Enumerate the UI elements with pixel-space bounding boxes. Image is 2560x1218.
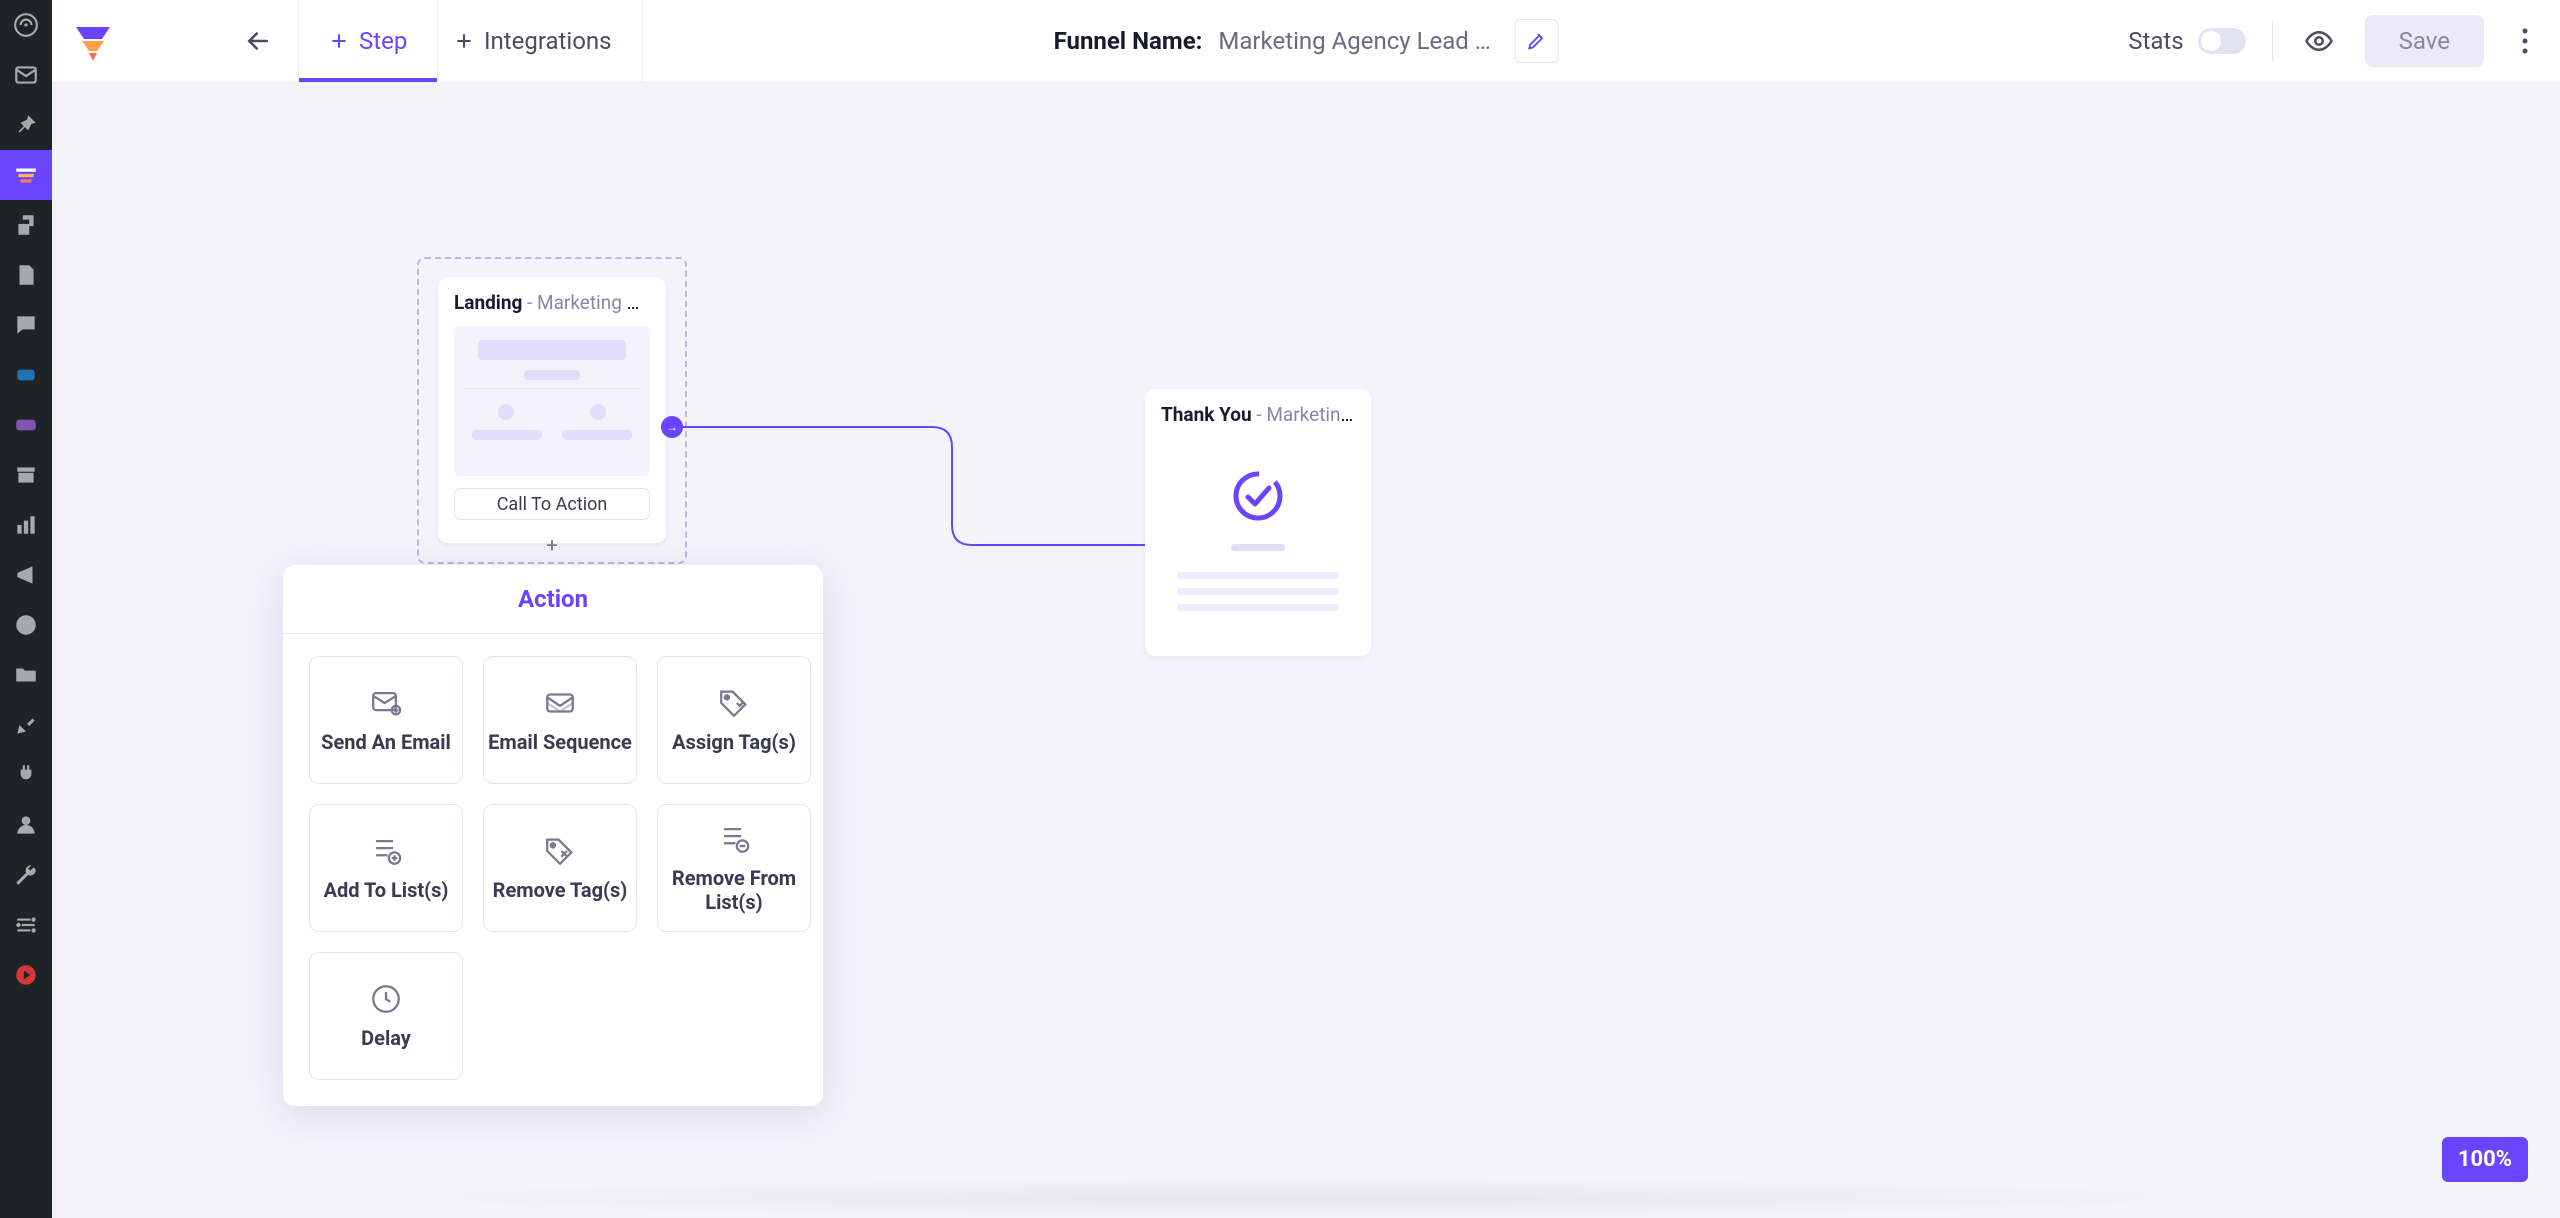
save-button[interactable]: Save [2365,15,2484,67]
wp-users-icon[interactable] [0,800,52,850]
popover-divider [283,633,823,634]
preview-button[interactable] [2299,21,2339,61]
stats-toggle-wrap: Stats [2128,27,2245,55]
more-menu-button[interactable] [2510,21,2540,61]
edit-funnel-name-button[interactable] [1514,19,1558,63]
mail-send-icon [369,686,403,720]
clock-icon [369,982,403,1016]
add-action-button[interactable]: + [540,533,564,557]
tab-step-label: Step [359,27,407,55]
header-separator [2272,21,2273,61]
stats-label: Stats [2128,27,2183,55]
wp-video-icon[interactable] [0,950,52,1000]
list-remove-icon [717,822,751,856]
thankyou-preview-thumbnail [1161,438,1355,638]
wp-elementor-icon[interactable] [0,600,52,650]
tab-integrations-label: Integrations [484,27,612,55]
landing-output-handle[interactable] [661,416,683,438]
wp-dashboard-icon[interactable] [0,0,52,50]
landing-step-title: Landing - Marketing Age… [454,291,650,314]
wp-marketing-icon[interactable] [0,550,52,600]
stats-toggle[interactable] [2198,28,2246,54]
app-stage: Step Integrations Funnel Name: Marketing… [52,0,2560,1218]
action-remove-tags[interactable]: Remove Tag(s) [483,804,637,932]
tab-integrations[interactable]: Integrations [424,0,643,82]
wp-plugins-icon[interactable] [0,750,52,800]
action-delay[interactable]: Delay [309,952,463,1080]
wp-tools-icon[interactable] [0,850,52,900]
landing-preview-thumbnail [454,326,650,476]
action-picker-title: Action [283,565,823,633]
wp-media-icon[interactable] [0,200,52,250]
landing-step-card[interactable]: Landing - Marketing Age… Call To Action … [438,277,666,543]
funnel-name-value: Marketing Agency Lead Gener… [1218,27,1498,55]
tag-remove-icon [543,834,577,868]
funnel-name: Funnel Name: Marketing Agency Lead Gener… [1054,0,1559,82]
brand-logo[interactable] [70,12,200,72]
header-right-controls: Stats Save [2128,0,2540,82]
action-remove-from-lists[interactable]: Remove From List(s) [657,804,811,932]
wp-files-icon[interactable] [0,650,52,700]
thankyou-step-card[interactable]: Thank You - Marketing Age… [1145,389,1371,656]
wp-woo-icon[interactable] [0,400,52,450]
wp-plugin-icon[interactable] [0,350,52,400]
back-button[interactable] [217,0,299,82]
mail-sequence-icon [543,686,577,720]
action-picker-popover: Action Send An Email Email Sequence Assi… [283,565,823,1106]
list-add-icon [369,834,403,868]
action-grid: Send An Email Email Sequence Assign Tag(… [283,656,823,1080]
funnel-name-label: Funnel Name: [1054,27,1203,55]
action-email-sequence[interactable]: Email Sequence [483,656,637,784]
landing-cta-label[interactable]: Call To Action [454,488,650,520]
action-send-email[interactable]: Send An Email [309,656,463,784]
wp-settings-icon[interactable] [0,900,52,950]
canvas-bottom-shadow [352,1178,2260,1218]
thankyou-step-title: Thank You - Marketing Age… [1161,403,1355,426]
wp-comments-icon[interactable] [0,300,52,350]
wp-funnel-active-icon[interactable] [0,150,52,200]
tag-check-icon [717,686,751,720]
action-add-to-lists[interactable]: Add To List(s) [309,804,463,932]
wp-mail-icon[interactable] [0,50,52,100]
wp-pin-icon[interactable] [0,100,52,150]
wp-appearance-icon[interactable] [0,700,52,750]
funnel-canvas[interactable]: Landing - Marketing Age… Call To Action … [52,83,2560,1218]
wp-pages-icon[interactable] [0,250,52,300]
wp-admin-sidebar [0,0,52,1218]
zoom-level-badge[interactable]: 100% [2442,1137,2528,1182]
action-assign-tags[interactable]: Assign Tag(s) [657,656,811,784]
wp-analytics-icon[interactable] [0,500,52,550]
tab-step[interactable]: Step [299,0,438,82]
wp-archive-icon[interactable] [0,450,52,500]
checkmark-circle-icon [1230,468,1286,524]
